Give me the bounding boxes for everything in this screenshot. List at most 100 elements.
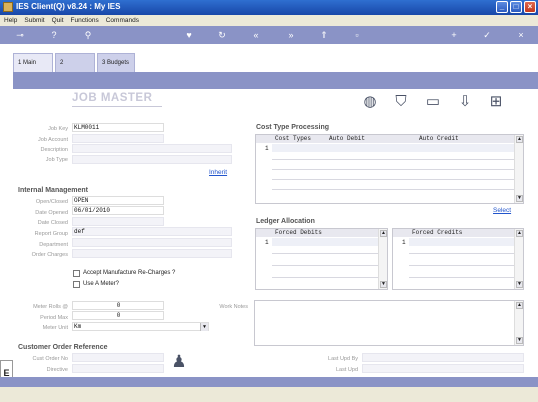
heart-icon[interactable]: ♥ bbox=[183, 29, 195, 41]
scroll-down-icon[interactable]: ▼ bbox=[516, 195, 523, 202]
meter-unit-value: Km bbox=[74, 323, 82, 330]
meter-unit-label: Meter Unit bbox=[42, 325, 68, 331]
scroll-up-icon[interactable]: ▲ bbox=[380, 230, 387, 237]
cust-order-no-field[interactable] bbox=[72, 353, 164, 362]
meter-rolls-field[interactable]: 0 bbox=[72, 301, 164, 310]
row-number: 1 bbox=[265, 239, 269, 246]
close-window-button[interactable]: × bbox=[524, 1, 536, 13]
work-notes-textarea[interactable]: ▲ ▼ bbox=[254, 300, 524, 346]
job-account-field[interactable] bbox=[72, 134, 164, 143]
scroll-up-icon[interactable]: ▲ bbox=[516, 230, 523, 237]
forced-credits-header-row: Forced Credits bbox=[393, 229, 514, 237]
user-icon[interactable]: ♟ bbox=[169, 353, 189, 374]
cost-type-row[interactable] bbox=[272, 144, 514, 152]
upload-icon[interactable]: ⇑ bbox=[318, 29, 330, 41]
forced-credit-row[interactable] bbox=[409, 238, 514, 246]
search-icon[interactable]: ⚲ bbox=[82, 29, 94, 41]
globe-icon[interactable]: ◍ bbox=[361, 94, 379, 110]
menu-functions[interactable]: Functions bbox=[71, 17, 99, 24]
select-link[interactable]: Select bbox=[493, 207, 511, 214]
forced-credits-header: Forced Credits bbox=[412, 229, 463, 236]
forced-debits-scrollbar[interactable]: ▲ ▼ bbox=[378, 229, 387, 289]
job-key-field[interactable]: KLM0011 bbox=[72, 123, 164, 132]
section-bar bbox=[13, 72, 538, 89]
row-number: 1 bbox=[402, 239, 406, 246]
menu-commands[interactable]: Commands bbox=[106, 17, 139, 24]
refresh-icon[interactable]: ↻ bbox=[216, 29, 228, 41]
scroll-down-icon[interactable]: ▼ bbox=[380, 281, 387, 288]
title-bar: IES Client(Q) v8.24 : My IES _ □ × bbox=[0, 0, 538, 15]
report-group-field[interactable]: def bbox=[72, 227, 232, 236]
grid-line bbox=[409, 253, 514, 254]
tab-budgets[interactable]: 3 Budgets bbox=[97, 53, 135, 72]
department-field[interactable] bbox=[72, 238, 232, 247]
cost-type-header: Cost Types Auto Debit Auto Credit bbox=[256, 135, 514, 143]
customer-order-title: Customer Order Reference bbox=[18, 344, 108, 351]
check-icon[interactable]: ✓ bbox=[481, 29, 493, 41]
use-meter-checkbox[interactable] bbox=[73, 281, 80, 288]
tab-main[interactable]: 1 Main bbox=[13, 53, 53, 72]
last-upd-label: Last Upd bbox=[335, 367, 358, 373]
help-icon[interactable]: ? bbox=[48, 29, 60, 41]
forced-debit-row[interactable] bbox=[272, 238, 378, 246]
job-type-label: Job Type bbox=[45, 157, 68, 163]
description-field[interactable] bbox=[72, 144, 232, 153]
department-label: Department bbox=[39, 242, 68, 248]
chevron-down-icon[interactable]: ▼ bbox=[200, 323, 208, 331]
directive-field[interactable] bbox=[72, 364, 164, 373]
work-notes-scrollbar[interactable]: ▲ ▼ bbox=[514, 301, 523, 345]
basket-icon[interactable]: ⛉ bbox=[392, 94, 410, 110]
period-max-field[interactable]: 0 bbox=[72, 311, 164, 320]
forward-icon[interactable]: » bbox=[285, 29, 297, 41]
date-opened-field[interactable]: 06/01/2010 bbox=[72, 206, 164, 215]
ledger-allocation-title: Ledger Allocation bbox=[256, 218, 315, 225]
cust-order-no-label: Cust Order No bbox=[32, 356, 68, 362]
description-label: Description bbox=[40, 147, 68, 153]
auto-debit-header: Auto Debit bbox=[329, 135, 366, 142]
network-icon[interactable]: ⊞ bbox=[487, 94, 505, 110]
document-icon[interactable]: ▫ bbox=[351, 29, 363, 41]
add-icon[interactable]: + bbox=[448, 29, 460, 41]
grid-line bbox=[272, 253, 378, 254]
date-closed-field[interactable] bbox=[72, 217, 164, 226]
use-meter-label: Use A Meter? bbox=[83, 281, 120, 287]
accept-manufacture-checkbox[interactable] bbox=[73, 270, 80, 277]
grid-line bbox=[409, 277, 514, 278]
cost-type-scrollbar[interactable]: ▲ ▼ bbox=[514, 135, 523, 203]
order-charges-field[interactable] bbox=[72, 249, 232, 258]
download-icon[interactable]: ⇩ bbox=[456, 94, 474, 110]
grid-line bbox=[409, 265, 514, 266]
minimize-button[interactable]: _ bbox=[496, 1, 508, 13]
toolbar: ⊸ ? ⚲ ♥ ↻ « » ⇑ ▫ + ✓ × bbox=[0, 26, 538, 44]
grid-line bbox=[272, 277, 378, 278]
menu-help[interactable]: Help bbox=[4, 17, 17, 24]
date-opened-label: Date Opened bbox=[35, 210, 68, 216]
menu-submit[interactable]: Submit bbox=[24, 17, 44, 24]
job-type-field[interactable] bbox=[72, 155, 232, 164]
last-upd-by-field bbox=[362, 353, 524, 362]
scroll-down-icon[interactable]: ▼ bbox=[516, 281, 523, 288]
key-icon[interactable]: ⊸ bbox=[10, 29, 30, 41]
meter-unit-select[interactable]: Km ▼ bbox=[72, 322, 209, 331]
scroll-up-icon[interactable]: ▲ bbox=[516, 302, 523, 309]
tab-intelligence[interactable]: 2 Intelligence bbox=[55, 53, 95, 85]
job-account-label: Job Account bbox=[38, 137, 68, 143]
scroll-down-icon[interactable]: ▼ bbox=[516, 337, 523, 344]
open-closed-field[interactable]: OPEN bbox=[72, 196, 164, 205]
forced-debits-header-row: Forced Debits bbox=[256, 229, 378, 237]
forced-credits-scrollbar[interactable]: ▲ ▼ bbox=[514, 229, 523, 289]
scroll-up-icon[interactable]: ▲ bbox=[516, 136, 523, 143]
rewind-icon[interactable]: « bbox=[250, 29, 262, 41]
printer-icon[interactable]: ▭ bbox=[424, 94, 442, 110]
window-title: IES Client(Q) v8.24 : My IES bbox=[16, 2, 121, 11]
menu-quit[interactable]: Quit bbox=[52, 17, 64, 24]
grid-line bbox=[272, 169, 514, 170]
inherit-link[interactable]: Inherit bbox=[209, 169, 227, 176]
forced-debits-header: Forced Debits bbox=[275, 229, 322, 236]
job-key-label: Job Key bbox=[48, 126, 68, 132]
maximize-button[interactable]: □ bbox=[510, 1, 522, 13]
open-closed-label: Open/Closed bbox=[35, 199, 68, 205]
close-icon[interactable]: × bbox=[515, 29, 527, 41]
grid-line bbox=[272, 265, 378, 266]
cost-types-header: Cost Types bbox=[275, 135, 312, 142]
